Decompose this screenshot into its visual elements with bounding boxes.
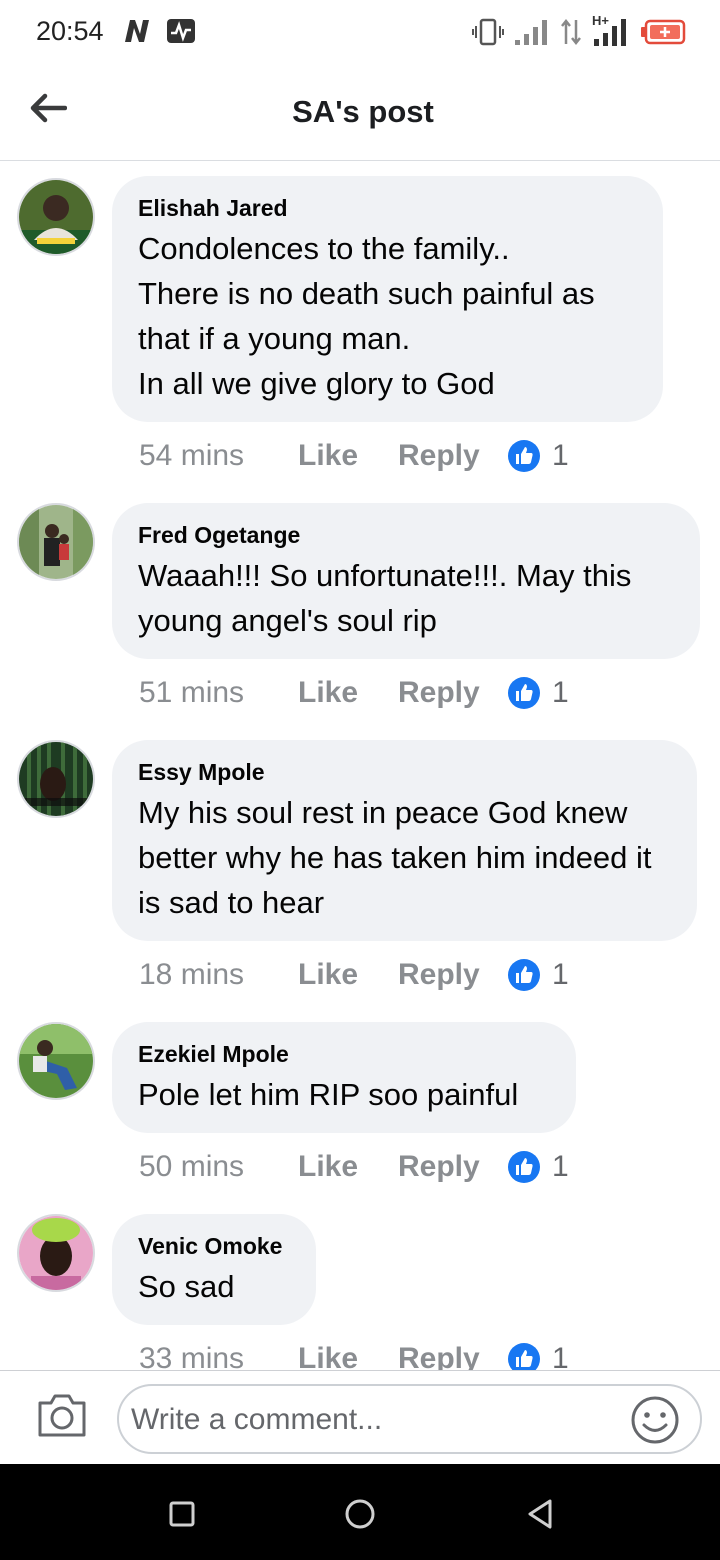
comment-time[interactable]: 50 mins bbox=[139, 1150, 298, 1184]
comment-bubble[interactable]: Ezekiel Mpole Pole let him RIP soo painf… bbox=[112, 1022, 576, 1133]
comment-actions: 51 mins Like Reply 1 bbox=[139, 673, 569, 713]
reply-button[interactable]: Reply bbox=[398, 439, 508, 473]
comment-input-box[interactable] bbox=[117, 1384, 702, 1454]
battery-icon bbox=[641, 19, 686, 45]
comment-author[interactable]: Elishah Jared bbox=[138, 194, 637, 222]
comment-text: So sad bbox=[138, 1269, 235, 1304]
hplus-signal-icon: H+ bbox=[592, 13, 630, 47]
reaction-count: 1 bbox=[552, 1150, 569, 1183]
comment-text: Pole let him RIP soo painful bbox=[138, 1077, 519, 1112]
reactions[interactable]: 1 bbox=[508, 1150, 569, 1184]
status-time: 20:54 bbox=[36, 16, 104, 46]
signal-icon bbox=[515, 20, 547, 45]
comment-author[interactable]: Ezekiel Mpole bbox=[138, 1040, 550, 1068]
reactions[interactable]: 1 bbox=[508, 439, 569, 473]
status-bar: 20:54 H+ bbox=[0, 0, 720, 66]
comment-time[interactable]: 33 mins bbox=[139, 1342, 298, 1370]
n-icon bbox=[125, 20, 149, 42]
like-button[interactable]: Like bbox=[298, 1342, 398, 1370]
camera-icon bbox=[38, 1394, 86, 1437]
reactions[interactable]: 1 bbox=[508, 676, 569, 710]
avatar[interactable] bbox=[17, 503, 95, 581]
reaction-count: 1 bbox=[552, 1342, 569, 1370]
like-reaction-icon bbox=[508, 440, 540, 472]
reaction-count: 1 bbox=[552, 676, 569, 709]
like-button[interactable]: Like bbox=[298, 439, 398, 473]
comment-actions: 54 mins Like Reply 1 bbox=[139, 436, 569, 476]
comment-time[interactable]: 51 mins bbox=[139, 676, 298, 710]
avatar[interactable] bbox=[17, 178, 95, 256]
reactions[interactable]: 1 bbox=[508, 958, 569, 992]
avatar[interactable] bbox=[17, 1022, 95, 1100]
reactions[interactable]: 1 bbox=[508, 1342, 569, 1370]
comment-bubble[interactable]: Essy Mpole My his soul rest in peace God… bbox=[112, 740, 697, 941]
data-arrows-icon bbox=[561, 18, 581, 46]
reply-button[interactable]: Reply bbox=[398, 1342, 508, 1370]
comment-bubble[interactable]: Venic Omoke So sad bbox=[112, 1214, 316, 1325]
comment-time[interactable]: 54 mins bbox=[139, 439, 298, 473]
reaction-count: 1 bbox=[552, 439, 569, 472]
like-reaction-icon bbox=[508, 677, 540, 709]
comment-actions: 50 mins Like Reply 1 bbox=[139, 1147, 569, 1187]
reply-button[interactable]: Reply bbox=[398, 1150, 508, 1184]
status-icons: H+ bbox=[472, 13, 686, 48]
avatar[interactable] bbox=[17, 740, 95, 818]
comment-actions: 33 mins Like Reply 1 bbox=[139, 1339, 569, 1370]
camera-button[interactable] bbox=[36, 1391, 88, 1439]
comment-bubble[interactable]: Fred Ogetange Waaah!!! So unfortunate!!!… bbox=[112, 503, 700, 659]
activity-icon bbox=[167, 19, 195, 43]
system-nav-bar bbox=[0, 1464, 720, 1560]
reply-button[interactable]: Reply bbox=[398, 676, 508, 710]
like-reaction-icon bbox=[508, 959, 540, 991]
vibrate-icon bbox=[472, 18, 504, 46]
comment-text: Waaah!!! So unfortunate!!!. May this you… bbox=[138, 558, 632, 638]
like-reaction-icon bbox=[508, 1151, 540, 1183]
like-button[interactable]: Like bbox=[298, 958, 398, 992]
comment-actions: 18 mins Like Reply 1 bbox=[139, 955, 569, 995]
avatar[interactable] bbox=[17, 1214, 95, 1292]
page-title: SA's post bbox=[292, 94, 434, 129]
comment-composer bbox=[0, 1370, 720, 1464]
like-button[interactable]: Like bbox=[298, 676, 398, 710]
comment-input[interactable] bbox=[131, 1396, 631, 1444]
comment-text: Condolences to the family.. There is no … bbox=[138, 231, 595, 401]
like-reaction-icon bbox=[508, 1343, 540, 1370]
comment-time[interactable]: 18 mins bbox=[139, 958, 298, 992]
circle-icon[interactable] bbox=[340, 1494, 380, 1534]
comment-author[interactable]: Essy Mpole bbox=[138, 758, 671, 786]
smiley-icon bbox=[631, 1396, 679, 1444]
comment-text: My his soul rest in peace God knew bette… bbox=[138, 795, 652, 920]
triangle-back-icon[interactable] bbox=[520, 1494, 560, 1534]
square-icon[interactable] bbox=[162, 1494, 202, 1534]
post-header: SA's post bbox=[0, 66, 720, 161]
reply-button[interactable]: Reply bbox=[398, 958, 508, 992]
comment-bubble[interactable]: Elishah Jared Condolences to the family.… bbox=[112, 176, 663, 422]
reaction-count: 1 bbox=[552, 958, 569, 991]
comment-author[interactable]: Fred Ogetange bbox=[138, 521, 674, 549]
like-button[interactable]: Like bbox=[298, 1150, 398, 1184]
comment-author[interactable]: Venic Omoke bbox=[138, 1232, 290, 1260]
emoji-button[interactable] bbox=[630, 1395, 680, 1445]
comments-list[interactable]: Elishah Jared Condolences to the family.… bbox=[0, 162, 720, 1370]
